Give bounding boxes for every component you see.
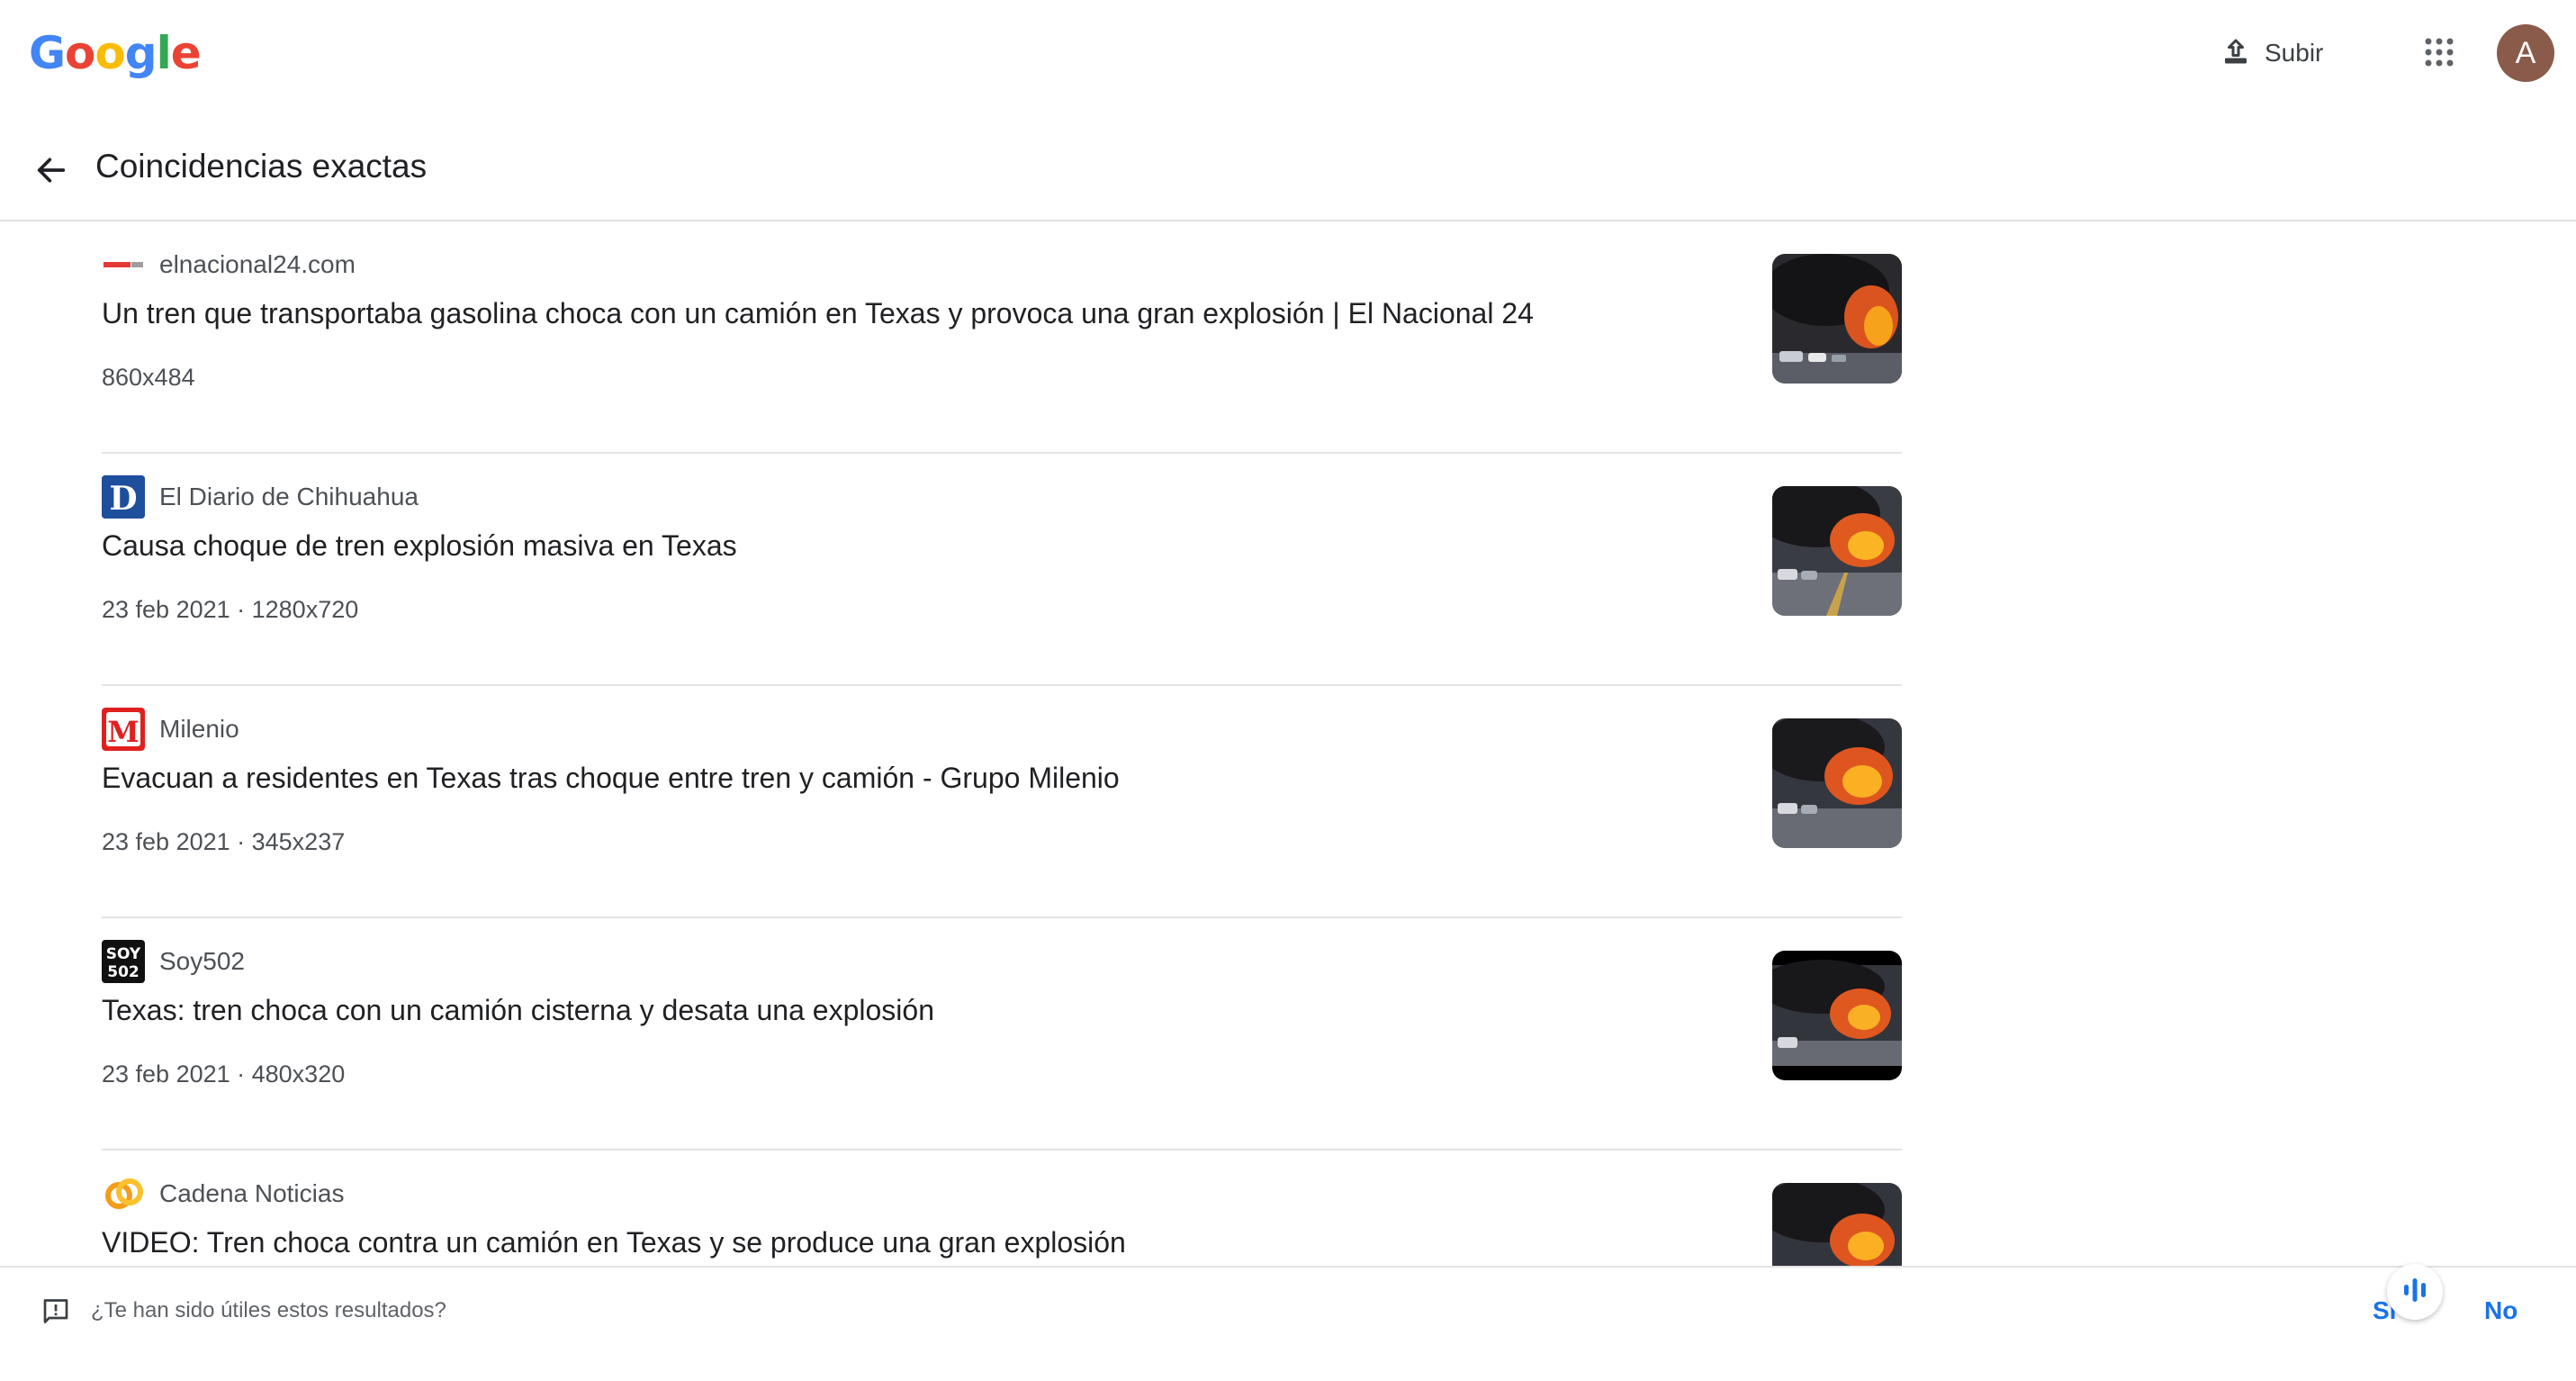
elnacional24-icon — [102, 243, 145, 286]
source-name: Milenio — [159, 715, 239, 743]
svg-text:D: D — [109, 480, 137, 518]
result-item[interactable]: elnacional24.com Un tren que transportab… — [102, 221, 1902, 454]
logo-letter: e — [170, 27, 202, 79]
arrow-back-icon — [33, 152, 69, 193]
logo-letter: l — [156, 27, 172, 79]
result-item[interactable]: M Milenio Evacuan a residentes en Texas … — [102, 686, 1902, 918]
result-meta: 23 feb 2021 · 345x237 — [102, 828, 346, 855]
results-list: elnacional24.com Un tren que transportab… — [102, 221, 1902, 1381]
svg-text:SOY: SOY — [106, 945, 141, 963]
apps-grid-button[interactable] — [2412, 27, 2466, 81]
result-meta: 23 feb 2021 · 480x320 — [102, 1061, 346, 1088]
result-source: Cadena Noticias — [102, 1172, 344, 1215]
result-thumbnail[interactable] — [1772, 951, 1902, 1080]
soy502-icon: SOY 502 — [102, 940, 145, 983]
google-logo[interactable]: Google — [29, 27, 202, 79]
account-avatar[interactable]: A — [2497, 24, 2554, 82]
cadenanoticias-icon — [102, 1172, 145, 1215]
feedback-bar: ¿Te han sido útiles estos resultados? Sí… — [0, 1266, 2576, 1356]
feedback-question: ¿Te han sido útiles estos resultados? — [91, 1298, 446, 1322]
logo-letter: o — [65, 27, 95, 79]
svg-text:M: M — [107, 715, 139, 749]
source-name: elnacional24.com — [159, 250, 356, 278]
source-name: El Diario de Chihuahua — [159, 483, 419, 510]
result-source: elnacional24.com — [102, 243, 356, 286]
result-item[interactable]: D El Diario de Chihuahua Causa choque de… — [102, 454, 1902, 686]
apps-grid-icon — [2423, 36, 2455, 73]
result-title[interactable]: Causa choque de tren explosión masiva en… — [102, 529, 737, 563]
top-bar: Google Subir A — [0, 0, 2576, 108]
result-thumbnail[interactable] — [1772, 486, 1902, 616]
voice-search-button[interactable] — [2387, 1264, 2443, 1320]
result-title[interactable]: VIDEO: Tren choca contra un camión en Te… — [102, 1226, 1126, 1259]
result-source: D El Diario de Chihuahua — [102, 475, 419, 519]
source-name: Cadena Noticias — [159, 1179, 345, 1207]
source-name: Soy502 — [159, 947, 245, 975]
result-source: M Milenio — [102, 708, 239, 751]
result-thumbnail[interactable] — [1772, 718, 1902, 848]
result-item[interactable]: SOY 502 Soy502 Texas: tren choca con un c… — [102, 918, 1902, 1151]
section-title: Coincidencias exactas — [95, 148, 428, 185]
back-button[interactable] — [25, 146, 77, 198]
result-thumbnail[interactable] — [1772, 254, 1902, 384]
eldiario-icon: D — [102, 475, 145, 519]
feedback-no-button[interactable]: No — [2484, 1296, 2517, 1325]
result-title[interactable]: Texas: tren choca con un camión cisterna… — [102, 994, 934, 1027]
result-meta: 23 feb 2021 · 1280x720 — [102, 596, 359, 623]
logo-letter: g — [124, 27, 158, 79]
upload-button[interactable]: Subir — [2205, 27, 2337, 79]
feedback-icon — [40, 1296, 72, 1333]
result-title[interactable]: Evacuan a residentes en Texas tras choqu… — [102, 762, 1120, 795]
result-meta: 860x484 — [102, 364, 195, 391]
logo-letter: o — [95, 27, 125, 79]
section-header: Coincidencias exactas — [0, 126, 2576, 221]
milenio-icon: M — [102, 708, 145, 751]
upload-icon — [2220, 35, 2252, 72]
result-source: SOY 502 Soy502 — [102, 940, 245, 983]
upload-label: Subir — [2265, 39, 2324, 67]
result-title[interactable]: Un tren que transportaba gasolina choca … — [102, 297, 1534, 330]
logo-letter: G — [29, 27, 66, 79]
svg-text:502: 502 — [107, 963, 140, 981]
sound-wave-icon — [2399, 1274, 2431, 1311]
